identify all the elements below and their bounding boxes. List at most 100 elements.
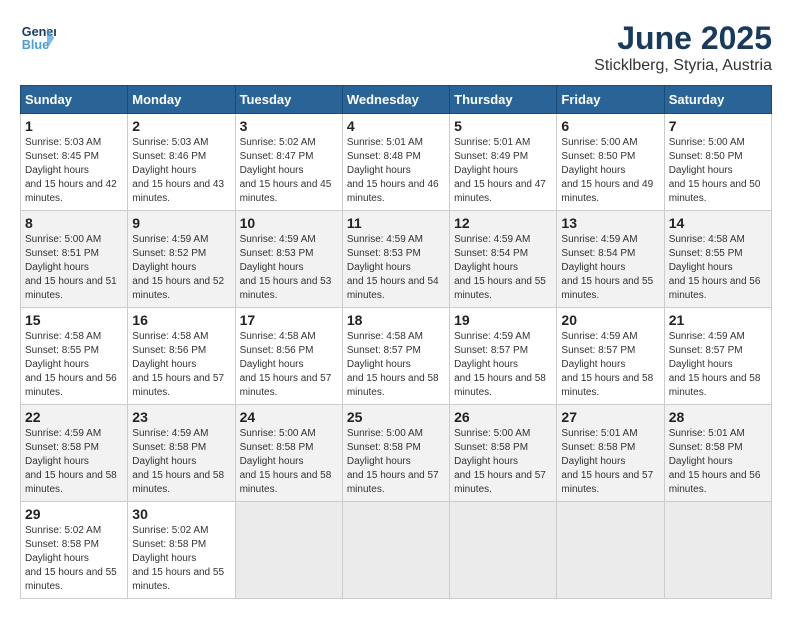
day-number: 2 [132, 118, 230, 134]
table-row [450, 502, 557, 599]
table-row: 27 Sunrise: 5:01 AMSunset: 8:58 PMDayligh… [557, 405, 664, 502]
table-row [557, 502, 664, 599]
day-info: Sunrise: 4:58 AMSunset: 8:55 PMDaylight … [669, 233, 767, 303]
table-row: 1 Sunrise: 5:03 AMSunset: 8:45 PMDaylight… [21, 114, 128, 211]
day-number: 16 [132, 312, 230, 328]
day-info: Sunrise: 4:58 AMSunset: 8:56 PMDaylight … [240, 330, 338, 400]
day-info: Sunrise: 5:02 AMSunset: 8:58 PMDaylight … [132, 524, 230, 594]
day-number: 13 [561, 215, 659, 231]
day-number: 9 [132, 215, 230, 231]
header-wednesday: Wednesday [342, 86, 449, 114]
table-row: 16 Sunrise: 4:58 AMSunset: 8:56 PMDayligh… [128, 308, 235, 405]
day-number: 6 [561, 118, 659, 134]
day-info: Sunrise: 5:02 AMSunset: 8:58 PMDaylight … [25, 524, 123, 594]
day-info: Sunrise: 4:58 AMSunset: 8:55 PMDaylight … [25, 330, 123, 400]
day-info: Sunrise: 5:00 AMSunset: 8:58 PMDaylight … [454, 427, 552, 497]
day-info: Sunrise: 4:59 AMSunset: 8:53 PMDaylight … [240, 233, 338, 303]
day-number: 5 [454, 118, 552, 134]
day-info: Sunrise: 4:59 AMSunset: 8:57 PMDaylight … [561, 330, 659, 400]
logo-icon: General Blue [20, 20, 56, 56]
table-row: 20Sunrise: 4:59 AMSunset: 8:57 PMDayligh… [557, 308, 664, 405]
day-number: 10 [240, 215, 338, 231]
day-number: 19 [454, 312, 552, 328]
header-thursday: Thursday [450, 86, 557, 114]
day-number: 4 [347, 118, 445, 134]
day-number: 21 [669, 312, 767, 328]
day-info: Sunrise: 5:00 AMSunset: 8:50 PMDaylight … [561, 136, 659, 206]
day-info: Sunrise: 5:00 AMSunset: 8:58 PMDaylight … [240, 427, 338, 497]
day-info: Sunrise: 5:01 AMSunset: 8:48 PMDaylight … [347, 136, 445, 206]
day-info: Sunrise: 4:59 AMSunset: 8:54 PMDaylight … [454, 233, 552, 303]
table-row: 19 Sunrise: 4:59 AMSunset: 8:57 PMDayligh… [450, 308, 557, 405]
day-info: Sunrise: 4:59 AMSunset: 8:57 PMDaylight … [669, 330, 767, 400]
day-info: Sunrise: 5:00 AMSunset: 8:50 PMDaylight … [669, 136, 767, 206]
table-row: 3Sunrise: 5:02 AMSunset: 8:47 PMDaylight… [235, 114, 342, 211]
table-row: 8 Sunrise: 5:00 AMSunset: 8:51 PMDaylight… [21, 211, 128, 308]
day-info: Sunrise: 5:01 AMSunset: 8:58 PMDaylight … [669, 427, 767, 497]
table-row: 11 Sunrise: 4:59 AMSunset: 8:53 PMDayligh… [342, 211, 449, 308]
day-info: Sunrise: 5:02 AMSunset: 8:47 PMDaylight … [240, 136, 338, 206]
day-number: 7 [669, 118, 767, 134]
header-monday: Monday [128, 86, 235, 114]
day-number: 17 [240, 312, 338, 328]
table-row: 14 Sunrise: 4:58 AMSunset: 8:55 PMDayligh… [664, 211, 771, 308]
table-row: 28 Sunrise: 5:01 AMSunset: 8:58 PMDayligh… [664, 405, 771, 502]
day-number: 18 [347, 312, 445, 328]
table-row: 22 Sunrise: 4:59 AMSunset: 8:58 PMDayligh… [21, 405, 128, 502]
table-row: 10 Sunrise: 4:59 AMSunset: 8:53 PMDayligh… [235, 211, 342, 308]
table-row: 15 Sunrise: 4:58 AMSunset: 8:55 PMDayligh… [21, 308, 128, 405]
logo: General Blue [20, 20, 56, 56]
day-number: 12 [454, 215, 552, 231]
day-info: Sunrise: 5:00 AMSunset: 8:51 PMDaylight … [25, 233, 123, 303]
svg-text:Blue: Blue [22, 38, 49, 52]
calendar-subtitle: Sticklberg, Styria, Austria [594, 57, 772, 75]
day-number: 30 [132, 506, 230, 522]
header-friday: Friday [557, 86, 664, 114]
day-number: 14 [669, 215, 767, 231]
day-number: 22 [25, 409, 123, 425]
header-tuesday: Tuesday [235, 86, 342, 114]
day-info: Sunrise: 4:59 AMSunset: 8:54 PMDaylight … [561, 233, 659, 303]
day-number: 11 [347, 215, 445, 231]
table-row: 26 Sunrise: 5:00 AMSunset: 8:58 PMDayligh… [450, 405, 557, 502]
table-row: 21 Sunrise: 4:59 AMSunset: 8:57 PMDayligh… [664, 308, 771, 405]
day-number: 1 [25, 118, 123, 134]
day-info: Sunrise: 5:03 AMSunset: 8:46 PMDaylight … [132, 136, 230, 206]
table-row [664, 502, 771, 599]
day-number: 29 [25, 506, 123, 522]
table-row: 2 Sunrise: 5:03 AMSunset: 8:46 PMDaylight… [128, 114, 235, 211]
title-area: June 2025 Sticklberg, Styria, Austria [594, 20, 772, 75]
calendar-header-row: Sunday Monday Tuesday Wednesday Thursday… [21, 86, 772, 114]
day-number: 27 [561, 409, 659, 425]
day-number: 15 [25, 312, 123, 328]
header-sunday: Sunday [21, 86, 128, 114]
table-row: 24 Sunrise: 5:00 AMSunset: 8:58 PMDayligh… [235, 405, 342, 502]
day-info: Sunrise: 4:59 AMSunset: 8:58 PMDaylight … [25, 427, 123, 497]
table-row: 30 Sunrise: 5:02 AMSunset: 8:58 PMDayligh… [128, 502, 235, 599]
day-number: 24 [240, 409, 338, 425]
table-row: 25Sunrise: 5:00 AMSunset: 8:58 PMDayligh… [342, 405, 449, 502]
table-row: 9 Sunrise: 4:59 AMSunset: 8:52 PMDaylight… [128, 211, 235, 308]
day-number: 25 [347, 409, 445, 425]
header-saturday: Saturday [664, 86, 771, 114]
page-header: General Blue June 2025 Sticklberg, Styri… [20, 20, 772, 75]
day-info: Sunrise: 4:59 AMSunset: 8:52 PMDaylight … [132, 233, 230, 303]
calendar-title: June 2025 [594, 20, 772, 57]
day-info: Sunrise: 5:03 AMSunset: 8:45 PMDaylight … [25, 136, 123, 206]
day-info: Sunrise: 5:01 AMSunset: 8:58 PMDaylight … [561, 427, 659, 497]
day-info: Sunrise: 4:58 AMSunset: 8:57 PMDaylight … [347, 330, 445, 400]
day-info: Sunrise: 4:59 AMSunset: 8:53 PMDaylight … [347, 233, 445, 303]
table-row: 6 Sunrise: 5:00 AMSunset: 8:50 PMDaylight… [557, 114, 664, 211]
table-row [342, 502, 449, 599]
table-row: 4 Sunrise: 5:01 AMSunset: 8:48 PMDaylight… [342, 114, 449, 211]
day-info: Sunrise: 4:58 AMSunset: 8:56 PMDaylight … [132, 330, 230, 400]
day-number: 8 [25, 215, 123, 231]
day-info: Sunrise: 5:01 AMSunset: 8:49 PMDaylight … [454, 136, 552, 206]
table-row: 12 Sunrise: 4:59 AMSunset: 8:54 PMDayligh… [450, 211, 557, 308]
table-row: 7 Sunrise: 5:00 AMSunset: 8:50 PMDaylight… [664, 114, 771, 211]
calendar-table: Sunday Monday Tuesday Wednesday Thursday… [20, 85, 772, 599]
day-info: Sunrise: 4:59 AMSunset: 8:57 PMDaylight … [454, 330, 552, 400]
day-number: 28 [669, 409, 767, 425]
day-number: 26 [454, 409, 552, 425]
table-row: 5 Sunrise: 5:01 AMSunset: 8:49 PMDaylight… [450, 114, 557, 211]
